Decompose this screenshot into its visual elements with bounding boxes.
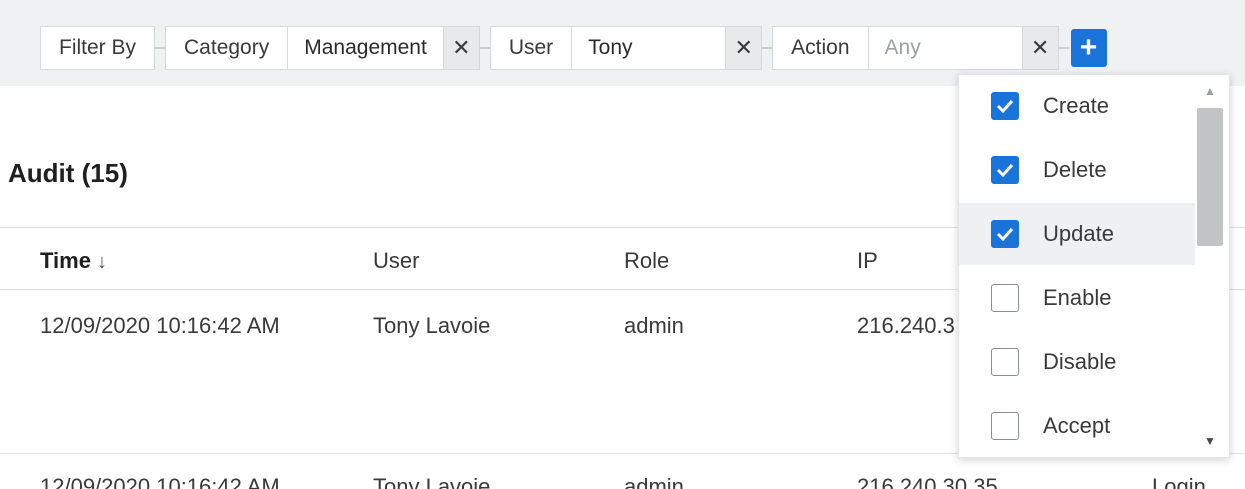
dropdown-option-label: Accept [1043,413,1111,438]
filter-row: Filter By Category Management ✕ User Ton… [40,26,1107,70]
add-filter-button[interactable]: + [1070,29,1107,67]
close-icon[interactable]: ✕ [443,26,480,70]
dropdown-option-create[interactable]: Create [959,75,1195,137]
column-header-user[interactable]: User [373,248,419,274]
dropdown-option-enable[interactable]: Enable [959,267,1195,329]
dropdown-option-accept[interactable]: Accept [959,395,1195,457]
check-icon [996,227,1014,241]
checkbox-checked[interactable] [991,92,1019,120]
cell-user: Tony Lavoie [373,474,491,489]
cell-time: 12/09/2020 10:16:42 AM [40,313,280,338]
scrollbar-thumb[interactable] [1197,108,1223,246]
checkbox-unchecked[interactable] [991,412,1019,440]
checkbox-unchecked[interactable] [991,284,1019,312]
checkbox-checked[interactable] [991,220,1019,248]
filter-connector [1058,47,1069,49]
dropdown-option-delete[interactable]: Delete [959,139,1195,201]
scroll-down-icon[interactable]: ▼ [1197,431,1223,451]
filter-category-label[interactable]: Category [165,26,289,70]
filter-by-label: Filter By [40,26,156,70]
filter-connector [762,47,773,49]
filter-action-input[interactable]: Any [868,26,1023,70]
cell-time: 12/09/2020 10:16:42 AM [40,474,280,489]
dropdown-option-disable[interactable]: Disable [959,331,1195,393]
dropdown-option-label: Enable [1043,285,1112,310]
action-dropdown: Create Delete Update Enable Disable Acce… [958,74,1230,458]
cell-role: admin [624,313,684,338]
filter-user-label[interactable]: User [489,26,573,70]
page-title: Audit (15) [8,158,128,188]
filter-connector [479,47,490,49]
checkbox-checked[interactable] [991,156,1019,184]
scroll-up-icon[interactable]: ▲ [1197,81,1223,101]
filter-category-value[interactable]: Management [288,26,444,70]
dropdown-option-label: Update [1043,221,1114,246]
checkbox-unchecked[interactable] [991,348,1019,376]
dropdown-option-label: Create [1043,93,1110,118]
check-icon [996,99,1014,113]
cell-ip: 216.240.30.35 [857,474,998,489]
cell-role: admin [624,474,684,489]
cell-action: Login [1152,474,1206,489]
column-header-ip[interactable]: IP [857,248,878,274]
cell-user: Tony Lavoie [373,313,491,338]
dropdown-option-label: Disable [1043,349,1117,374]
cell-ip: 216.240.3 [857,313,955,338]
close-icon[interactable]: ✕ [1022,26,1059,70]
column-header-time[interactable]: Time ↓ [40,248,107,274]
sort-down-icon[interactable]: ↓ [97,251,107,274]
column-header-role[interactable]: Role [624,248,669,274]
close-icon[interactable]: ✕ [726,26,763,70]
filter-action-label[interactable]: Action [772,26,869,70]
dropdown-option-update[interactable]: Update [959,203,1195,265]
filter-connector [155,47,166,49]
filter-user-value[interactable]: Tony [572,26,727,70]
dropdown-option-label: Delete [1043,157,1107,182]
column-header-label: Time [40,248,91,273]
check-icon [996,163,1014,177]
